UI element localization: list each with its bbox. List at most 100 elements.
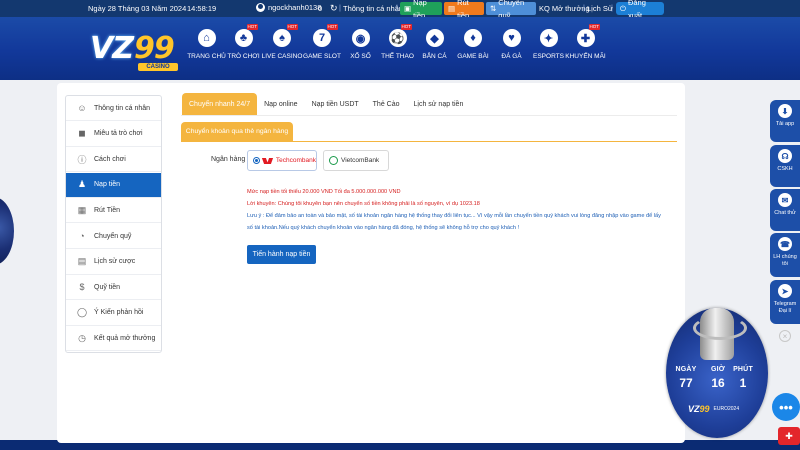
deposit-tabs: Chuyển nhanh 24/7 Nạp online Nạp tiền USDT… (182, 93, 470, 115)
more-options-button[interactable]: ••• (772, 393, 800, 421)
nav-item-label: ĐÁ GÀ (501, 53, 522, 60)
mini-brand-logo: VZ99 (688, 404, 710, 414)
phone-icon: ☎ (778, 237, 792, 251)
username: ngockhanh0138 (268, 3, 322, 12)
sidebar-item-0[interactable]: ☺ Thông tin cá nhân (66, 96, 161, 121)
nav-item-xổ-số[interactable]: ◉ XỔ SỐ (342, 17, 379, 80)
tab-4[interactable]: Lịch sử nạp tiền (407, 93, 471, 115)
tab-2[interactable]: Nạp tiền USDT (305, 93, 366, 115)
transfer-button[interactable]: ⇅ Chuyển quỹ (486, 0, 536, 20)
nav-item-game-bài[interactable]: ♦ GAME BÀI (453, 17, 493, 80)
telegram-icon: ➤ (778, 284, 792, 298)
tab-bank-transfer[interactable]: Chuyển khoản qua thẻ ngân hàng (181, 122, 293, 141)
bank-option-techcombank[interactable]: Techcombank (247, 150, 317, 171)
account-sidebar: ☺ Thông tin cá nhân ◼ Miêu tả trò chơi ⓘ Cách… (65, 95, 162, 353)
sidebar-item-label: Rút Tiền (94, 206, 121, 214)
chat-button[interactable]: ✉ Chat thử (770, 189, 800, 231)
radio-selected-icon (253, 157, 260, 164)
logo-text-99: 99 (134, 31, 175, 66)
history-link[interactable]: Lịch Sử (587, 4, 613, 13)
nav-item-esports[interactable]: ✦ ESPORTS (530, 17, 567, 80)
balance-value: 0 (318, 4, 323, 13)
sidebar-item-6[interactable]: ▤ Lịch sử cược (66, 250, 161, 275)
sidebar-item-7[interactable]: $ Quỹ tiền (66, 275, 161, 301)
countdown-minutes-label: PHÚT (733, 366, 753, 373)
sidebar-item-3[interactable]: ♟ Nạp tiền (66, 172, 161, 198)
countdown-hours: GIỜ 16 (706, 366, 730, 390)
telegram-button[interactable]: ➤ Telegram Đại lí (770, 280, 800, 324)
gift-icon: ✚ (576, 29, 595, 47)
power-icon: ⏻ (620, 4, 626, 13)
nav-item-label: XỔ SỐ (350, 53, 371, 60)
game-icon: ♣ (234, 29, 253, 47)
nav-item-bắn-cá[interactable]: ◆ BẮN CÁ (416, 17, 453, 80)
bank-option-label: Techcombank (275, 157, 316, 164)
hot-badge: HOT (588, 24, 600, 30)
sidebar-item-label: Thông tin cá nhân (94, 104, 151, 112)
sidebar-item-9[interactable]: ◷ Kết quả mở thưởng (66, 326, 161, 352)
home-icon: ⌂ (197, 29, 216, 47)
download-app-button[interactable]: ⬇ Tải app (770, 100, 800, 142)
nav-item-live-casino[interactable]: ♠ LIVE CASINO HOT (262, 17, 302, 80)
top-utility-bar: Ngày 28 Tháng 03 Năm 2024 14:58:19 ngock… (0, 0, 800, 20)
swap-icon: ⇅ (490, 4, 497, 13)
hot-badge: HOT (400, 24, 412, 30)
sidebar-item-4[interactable]: ▦ Rút Tiền (66, 198, 161, 224)
nav-item-trang-chủ[interactable]: ⌂ TRANG CHỦ (187, 17, 226, 80)
logo-text-vz: VZ (90, 31, 134, 66)
tab-divider (181, 115, 677, 116)
nav-item-label: BẮN CÁ (422, 53, 447, 60)
nav-item-game-slot[interactable]: 7 GAME SLOT HOT (302, 17, 342, 80)
user-icon: ☺ (77, 103, 87, 113)
coins-icon: $ (79, 282, 85, 293)
promo-gift-icon[interactable]: ✚ (778, 427, 800, 445)
main-navbar: VZ 99 CASINO ⌂ TRANG CHỦ ♣ TRÒ CHƠI HOT ♠ LIVE… (0, 17, 800, 80)
deposit-button[interactable]: ▣ Nạp tiền (400, 0, 442, 20)
deposit-caution-note: Lưu ý : Để đảm bảo an toàn và bảo mật, s… (247, 213, 661, 231)
sidebar-item-5[interactable]: ◔ Chuyển quỹ (66, 224, 161, 249)
sidebar-item-label: Miêu tả trò chơi (94, 130, 143, 138)
sidebar-item-8[interactable]: ◯ Ý Kiến phản hồi (66, 301, 161, 326)
close-icon[interactable]: × (779, 330, 791, 342)
euro-event-label: EURO2024 (713, 406, 740, 412)
feedback-icon: ◯ (76, 307, 88, 318)
bank-option-vietcombank[interactable]: VietcomBank (323, 150, 389, 171)
nav-item-khuyến-mãi[interactable]: ✚ KHUYẾN MÃI HOT (565, 17, 606, 80)
divider: | (611, 3, 613, 12)
tab-0[interactable]: Chuyển nhanh 24/7 (182, 93, 258, 115)
nav-item-label: LIVE CASINO (261, 53, 303, 60)
sidebar-item-2[interactable]: ⓘ Cách chơi (66, 147, 161, 173)
nav-item-label: THỂ THAO (381, 53, 414, 60)
trophy-icon (693, 308, 747, 360)
tab-1[interactable]: Nạp online (257, 93, 304, 115)
contact-us-button[interactable]: ☎ LH chúng tôi (770, 233, 800, 277)
tab-3[interactable]: Thẻ Cào (366, 93, 407, 115)
user-icon (256, 3, 265, 12)
customer-support-button[interactable]: ☊ CSKH (770, 145, 800, 187)
nav-item-đá-gà[interactable]: ♥ ĐÁ GÀ (493, 17, 530, 80)
user-info[interactable]: ngockhanh0138 (256, 3, 321, 12)
site-logo[interactable]: VZ 99 CASINO (88, 27, 188, 71)
nav-item-label: ESPORTS (533, 53, 564, 60)
refresh-icon[interactable]: ↻ (330, 3, 338, 14)
nav-item-trò-chơi[interactable]: ♣ TRÒ CHƠI HOT (225, 17, 262, 80)
headset-icon: ☊ (778, 149, 792, 163)
logout-button[interactable]: ⏻ Đăng xuất (616, 0, 664, 20)
withdraw-button[interactable]: ▤ Rút tiền (444, 0, 484, 20)
sports-icon: ⚽ (388, 29, 407, 47)
hot-badge: HOT (326, 24, 338, 30)
hot-badge: HOT (246, 24, 258, 30)
sidebar-item-label: Ý Kiến phản hồi (94, 309, 144, 317)
proceed-deposit-button[interactable]: Tiến hành nạp tiền (247, 245, 316, 264)
deposit-notes: Mức nạp tiền tối thiểu 20.000 VND Tối đa… (247, 186, 667, 234)
sidebar-item-1[interactable]: ◼ Miêu tả trò chơi (66, 122, 161, 147)
nav-item-thể-thao[interactable]: ⚽ THỂ THAO HOT (379, 17, 416, 80)
current-time: 14:58:19 (187, 4, 217, 13)
bank-field-label: Ngân hàng (211, 156, 246, 163)
contact-us-label: LH chúng tôi (773, 254, 797, 267)
countdown-hours-value: 16 (711, 376, 725, 390)
sidebar-item-label: Lịch sử cược (94, 258, 136, 266)
account-link[interactable]: Thông tin cá nhân (343, 4, 403, 13)
nav-menu: ⌂ TRANG CHỦ ♣ TRÒ CHƠI HOT ♠ LIVE CASINO HOT 7 GA… (187, 17, 606, 80)
transfer-icon: ◔ (79, 231, 85, 241)
